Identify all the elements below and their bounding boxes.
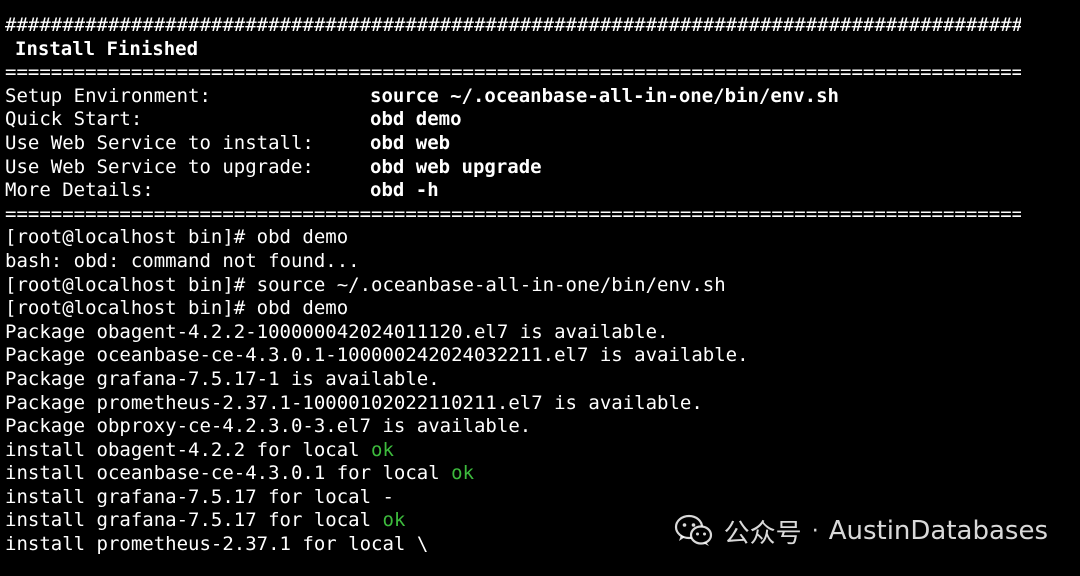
info-row-setup: Setup Environment: source ~/.oceanbase-a… [5, 85, 1075, 109]
output-line: Package obagent-4.2.2-100000042024011120… [5, 320, 669, 343]
install-status-spinner: - [382, 485, 394, 508]
output-line: Package grafana-7.5.17-1 is available. [5, 367, 440, 390]
install-status: ok [451, 462, 475, 485]
info-key: Use Web Service to install: [5, 131, 314, 154]
watermark-separator: · [811, 518, 819, 544]
info-row-more-details: More Details: obd -h [5, 179, 1075, 203]
install-text: install grafana-7.5.17 for local [5, 485, 383, 508]
hash-rule: ########################################… [5, 14, 1021, 36]
info-key: More Details: [5, 179, 154, 202]
install-status: ok [382, 509, 406, 532]
output-line: [root@localhost bin]# obd demo [5, 226, 349, 249]
output-line: [root@localhost bin]# source ~/.oceanbas… [5, 273, 726, 296]
output-line: [root@localhost bin]# obd demo [5, 297, 349, 320]
info-value: obd demo [370, 108, 462, 131]
output-line: bash: obd: command not found... [5, 249, 360, 272]
info-value: source ~/.oceanbase-all-in-one/bin/env.s… [370, 84, 839, 107]
info-key: Quick Start: [5, 108, 143, 131]
install-line: install obagent-4.2.2 for local ok [5, 439, 1075, 463]
watermark: 公众号 · AustinDatabases [674, 514, 1048, 549]
install-text: install oceanbase-ce-4.3.0.1 for local [5, 462, 452, 485]
output-line: Package prometheus-2.37.1-10000102022110… [5, 391, 703, 414]
info-key: Use Web Service to upgrade: [5, 155, 314, 178]
wechat-icon [674, 514, 712, 546]
install-status: ok [371, 438, 394, 461]
install-status-spinner: \ [416, 533, 429, 556]
output-line: Package oceanbase-ce-4.3.0.1-10000024202… [5, 344, 749, 367]
install-line: install grafana-7.5.17 for local - [5, 486, 1075, 510]
watermark-platform: 公众号 [723, 518, 802, 549]
install-finished-title: Install Finished [15, 37, 199, 60]
info-row-web-install: Use Web Service to install: obd web [5, 132, 1075, 156]
eq-rule-top: ========================================… [5, 61, 1021, 84]
output-line: Package obproxy-ce-4.2.3.0-3.el7 is avai… [5, 415, 532, 438]
install-line: install oceanbase-ce-4.3.0.1 for local o… [5, 462, 1075, 486]
info-key: Setup Environment: [5, 84, 211, 107]
eq-rule-bottom: ========================================… [5, 202, 1021, 225]
watermark-account: AustinDatabases [828, 516, 1048, 546]
info-row-quick-start: Quick Start: obd demo [5, 108, 1075, 132]
info-row-web-upgrade: Use Web Service to upgrade: obd web upgr… [5, 156, 1075, 180]
install-text: install grafana-7.5.17 for local [5, 509, 383, 532]
info-value: obd web upgrade [370, 155, 542, 178]
info-value: obd -h [370, 179, 439, 202]
install-text: install prometheus-2.37.1 for local [5, 533, 417, 556]
terminal-output[interactable]: ########################################… [5, 14, 1075, 557]
info-value: obd web [370, 131, 451, 154]
install-text: install obagent-4.2.2 for local [5, 438, 372, 461]
